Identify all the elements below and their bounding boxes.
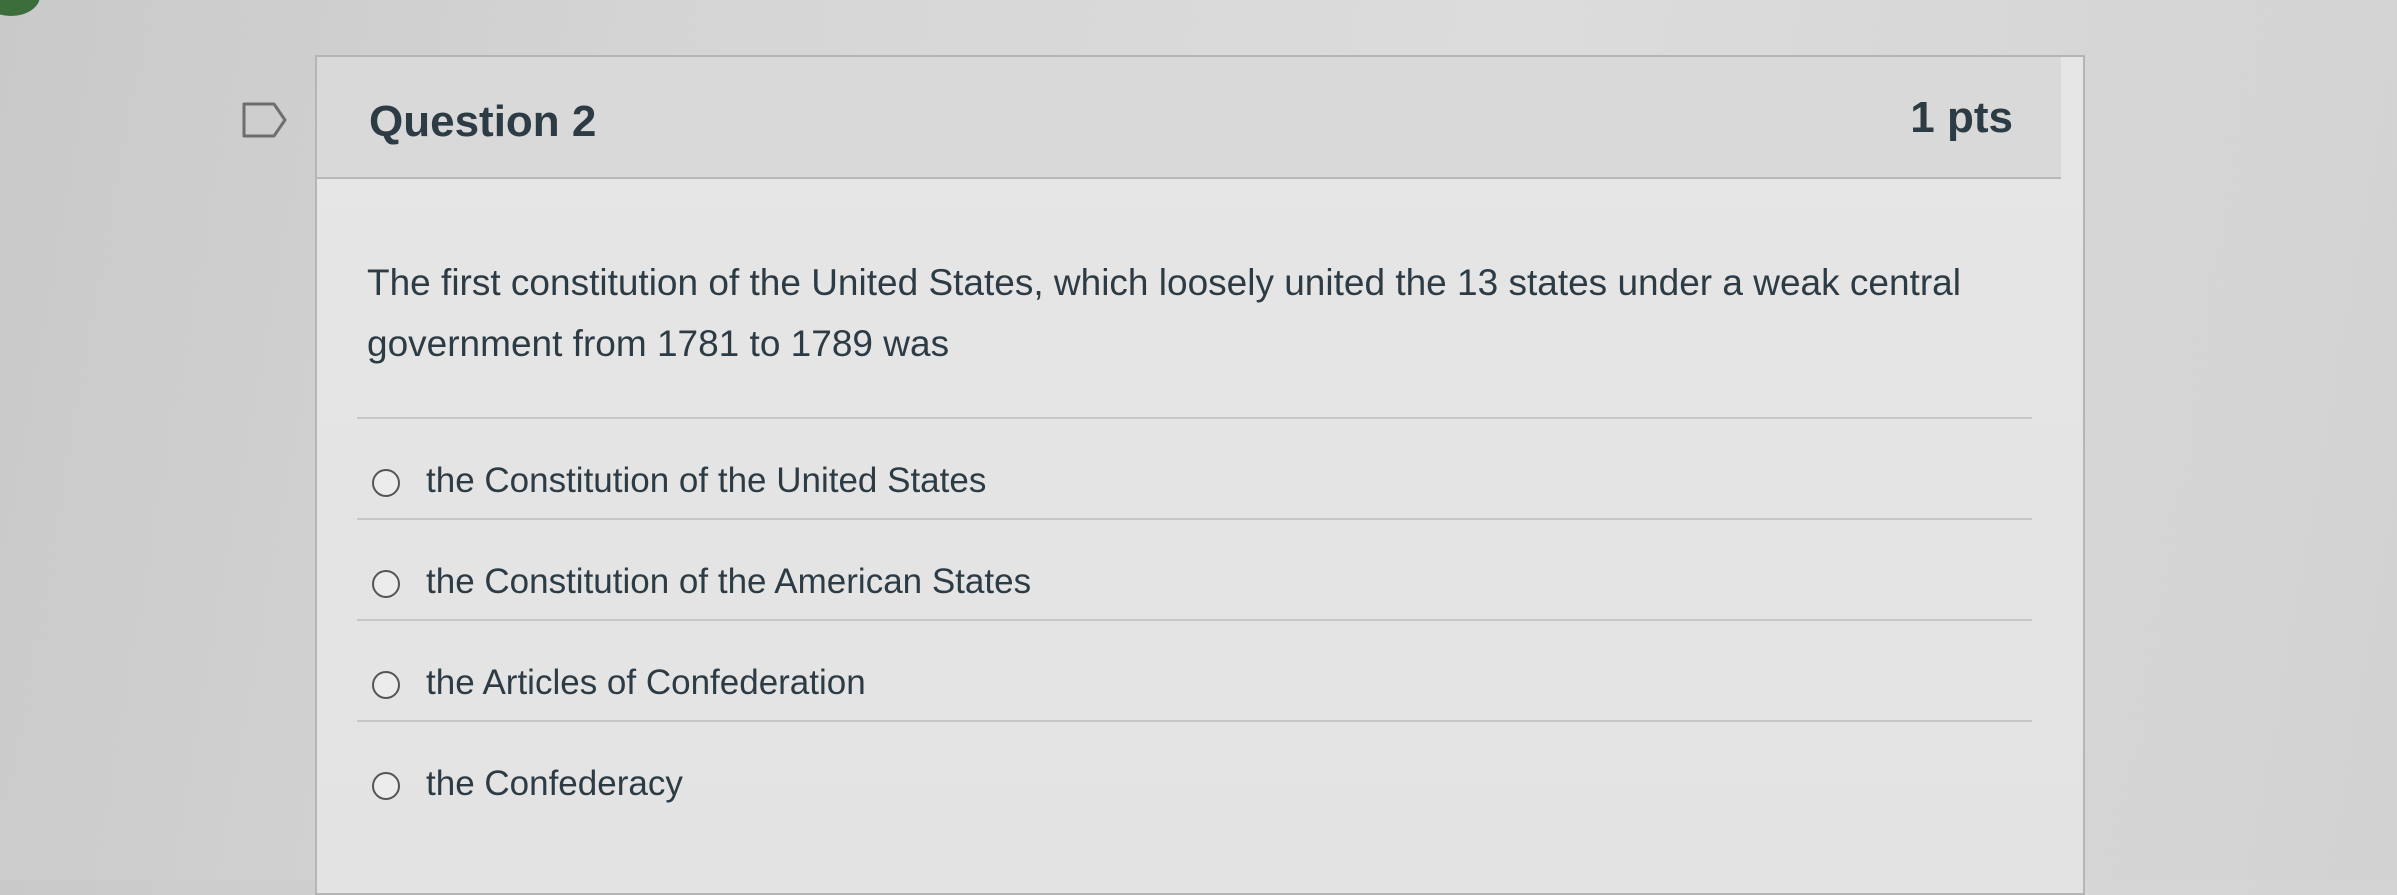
answer-option[interactable]: the Constitution of the American States xyxy=(357,518,2032,619)
answer-label[interactable]: the Confederacy xyxy=(426,764,683,804)
question-points: 1 pts xyxy=(1910,93,2013,142)
answer-list: the Constitution of the United States th… xyxy=(357,417,2032,821)
answer-option[interactable]: the Confederacy xyxy=(357,720,2032,821)
corner-badge-icon xyxy=(0,0,40,16)
answer-label[interactable]: the Constitution of the United States xyxy=(426,461,986,501)
radio-button[interactable] xyxy=(372,469,400,497)
radio-button[interactable] xyxy=(372,772,400,800)
question-header: Question 2 1 pts xyxy=(317,57,2061,179)
question-card: Question 2 1 pts The first constitution … xyxy=(315,55,2085,895)
question-title: Question 2 xyxy=(369,97,597,146)
flag-question-icon[interactable] xyxy=(242,102,288,138)
answer-label[interactable]: the Articles of Confederation xyxy=(426,663,866,703)
radio-button[interactable] xyxy=(372,570,400,598)
answer-option[interactable]: the Articles of Confederation xyxy=(357,619,2032,720)
answer-option[interactable]: the Constitution of the United States xyxy=(357,417,2032,518)
radio-button[interactable] xyxy=(372,671,400,699)
answer-label[interactable]: the Constitution of the American States xyxy=(426,562,1031,602)
question-text: The first constitution of the United Sta… xyxy=(367,262,1961,364)
